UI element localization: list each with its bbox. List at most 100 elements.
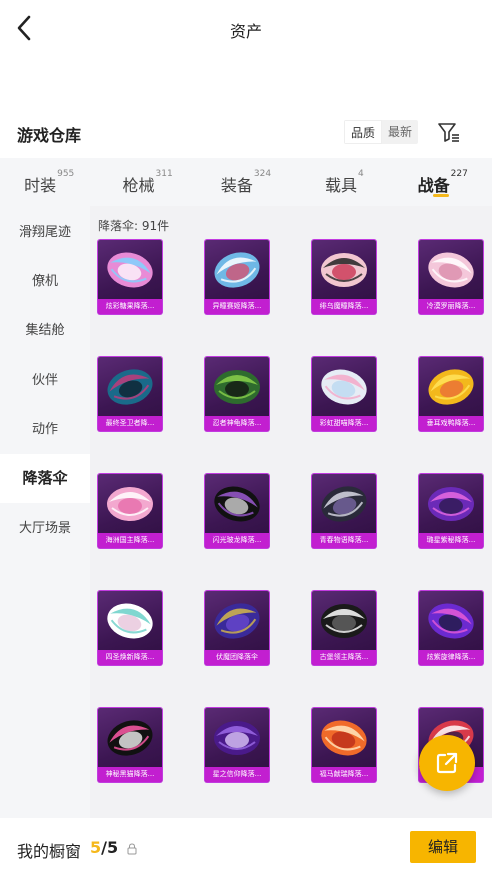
tab-label: 装备 [220, 176, 253, 195]
sidebar: 滑翔尾迹 僚机 集结舱 伙伴 动作 降落伞 大厅场景 [0, 206, 90, 818]
tab-count: 311 [155, 169, 173, 179]
asset-page: 资产 游戏仓库 品质 最新 时装955 枪械311 装备324 载具4 战备22… [0, 0, 492, 876]
showcase-total: 5 [106, 838, 119, 857]
parachute-image [214, 486, 260, 522]
item-name: 绯乌魔瞳降落... [312, 299, 376, 314]
tab-label: 战备 [417, 176, 450, 195]
parachute-image [107, 487, 153, 521]
item-name: 古堡领主降落... [312, 650, 376, 665]
parachute-item[interactable]: 璐星紫秘降落... [419, 474, 483, 548]
parachute-image [428, 487, 474, 521]
item-name: 彩虹甜喵降落... [312, 416, 376, 431]
item-name: 福马献瑞降落... [312, 767, 376, 782]
active-tab-indicator [433, 194, 449, 197]
showcase-current: 5 [90, 838, 102, 857]
parachute-item[interactable]: 青春物语降落... [312, 474, 376, 548]
parachute-item[interactable]: 冷漠罗丽降落... [419, 240, 483, 314]
tab-label: 时装 [24, 176, 57, 195]
parachute-image [107, 720, 153, 756]
parachute-image [321, 604, 367, 638]
sidebar-item-parachute[interactable]: 降落伞 [0, 454, 90, 503]
item-name: 四圣焕新降落... [98, 650, 162, 665]
parachute-item[interactable]: 古堡领主降落... [312, 591, 376, 665]
parachute-image [214, 603, 260, 639]
parachute-item[interactable]: 闪光玻龙降落... [205, 474, 269, 548]
parachute-image [107, 252, 153, 288]
parachute-image [214, 252, 260, 288]
item-name: 伏魔团降落伞 [205, 650, 269, 665]
tab-count: 4 [358, 169, 364, 179]
parachute-item[interactable]: 福马献瑞降落... [312, 708, 376, 782]
tab-count: 955 [57, 169, 75, 179]
sidebar-item-rally-pod[interactable]: 集结舱 [0, 306, 90, 355]
parachute-item[interactable]: 炫彩糖果降落... [98, 240, 162, 314]
sort-latest-button[interactable]: 最新 [382, 120, 418, 144]
tab-count: 324 [253, 169, 272, 179]
parachute-item[interactable]: 炫紫旋律降落... [419, 591, 483, 665]
parachute-item[interactable]: 伏魔团降落伞 [205, 591, 269, 665]
item-name: 神秘黑猫降落... [98, 767, 162, 782]
sidebar-item-lobby-scene[interactable]: 大厅场景 [0, 504, 90, 553]
parachute-item[interactable]: 彩虹甜喵降落... [312, 357, 376, 431]
parachute-item[interactable]: 四圣焕新降落... [98, 591, 162, 665]
parachute-image [214, 721, 260, 755]
top-bar: 资产 [0, 0, 492, 58]
item-name: 最终圣卫者降... [98, 416, 162, 431]
tab-weapons[interactable]: 枪械311 [98, 158, 196, 206]
parachute-item[interactable]: 绯乌魔瞳降落... [312, 240, 376, 314]
sidebar-item-glide-trail[interactable]: 滑翔尾迹 [0, 208, 90, 257]
page-title: 资产 [229, 22, 262, 41]
item-name: 垂耳戏鸭降落... [419, 416, 483, 431]
filter-icon[interactable] [437, 121, 461, 143]
tab-label: 枪械 [122, 176, 155, 195]
section-title: 游戏仓库 [17, 126, 82, 145]
section-header: 游戏仓库 品质 最新 [0, 112, 492, 152]
edit-button[interactable]: 编辑 [410, 831, 476, 863]
sidebar-item-emote[interactable]: 动作 [0, 405, 90, 454]
parachute-item[interactable]: 海洲国主降落... [98, 474, 162, 548]
item-name: 海洲国主降落... [98, 533, 162, 548]
showcase-bar: 我的橱窗 5/5 编辑 [0, 818, 492, 876]
tab-combat-gear[interactable]: 战备227 [394, 158, 492, 206]
parachute-image [428, 252, 474, 288]
sort-toggle: 品质 最新 [344, 120, 419, 144]
parachute-item[interactable]: 异瞳赛姬降落... [205, 240, 269, 314]
category-tabs: 时装955 枪械311 装备324 载具4 战备227 [0, 158, 492, 206]
item-grid: 降落伞: 91件 炫彩糖果降落... 异瞳赛姬降落... 绯乌魔瞳降落... 冷漠罗丽… [90, 206, 492, 818]
tab-vehicles[interactable]: 载具4 [295, 158, 393, 206]
parachute-item[interactable]: 忍者神龟降落... [205, 357, 269, 431]
sort-quality-button[interactable]: 品质 [344, 120, 383, 144]
item-name: 璐星紫秘降落... [419, 533, 483, 548]
parachute-image [321, 486, 367, 522]
parachute-item[interactable]: 垂耳戏鸭降落... [419, 357, 483, 431]
item-name: 青春物语降落... [312, 533, 376, 548]
item-name: 炫紫旋律降落... [419, 650, 483, 665]
parachute-image [107, 603, 153, 639]
item-name: 异瞳赛姬降落... [205, 299, 269, 314]
parachute-image [321, 369, 367, 405]
sidebar-item-wingman[interactable]: 僚机 [0, 257, 90, 306]
item-name: 炫彩糖果降落... [98, 299, 162, 314]
tab-equipment[interactable]: 装备324 [197, 158, 295, 206]
parachute-image [428, 369, 474, 405]
showcase-label: 我的橱窗 [17, 842, 82, 861]
tab-count: 227 [450, 169, 468, 179]
sidebar-item-companion[interactable]: 伙伴 [0, 356, 90, 405]
parachute-image [321, 253, 367, 287]
item-name: 星之信仰降落... [205, 767, 269, 782]
tab-fashion[interactable]: 时装955 [0, 158, 98, 206]
parachute-image [107, 369, 153, 405]
parachute-image [214, 370, 260, 404]
item-name: 忍者神龟降落... [205, 416, 269, 431]
lock-icon [127, 843, 137, 855]
item-name: 闪光玻龙降落... [205, 533, 269, 548]
parachute-item[interactable]: 最终圣卫者降... [98, 357, 162, 431]
share-icon [436, 752, 458, 774]
parachute-item[interactable]: 神秘黑猫降落... [98, 708, 162, 782]
item-count-label: 降落伞: 91件 [98, 219, 170, 233]
parachute-image [321, 720, 367, 756]
showcase-count: 5/5 [90, 838, 118, 857]
tab-label: 载具 [324, 176, 357, 195]
parachute-item[interactable]: 星之信仰降落... [205, 708, 269, 782]
share-button[interactable] [419, 735, 475, 791]
